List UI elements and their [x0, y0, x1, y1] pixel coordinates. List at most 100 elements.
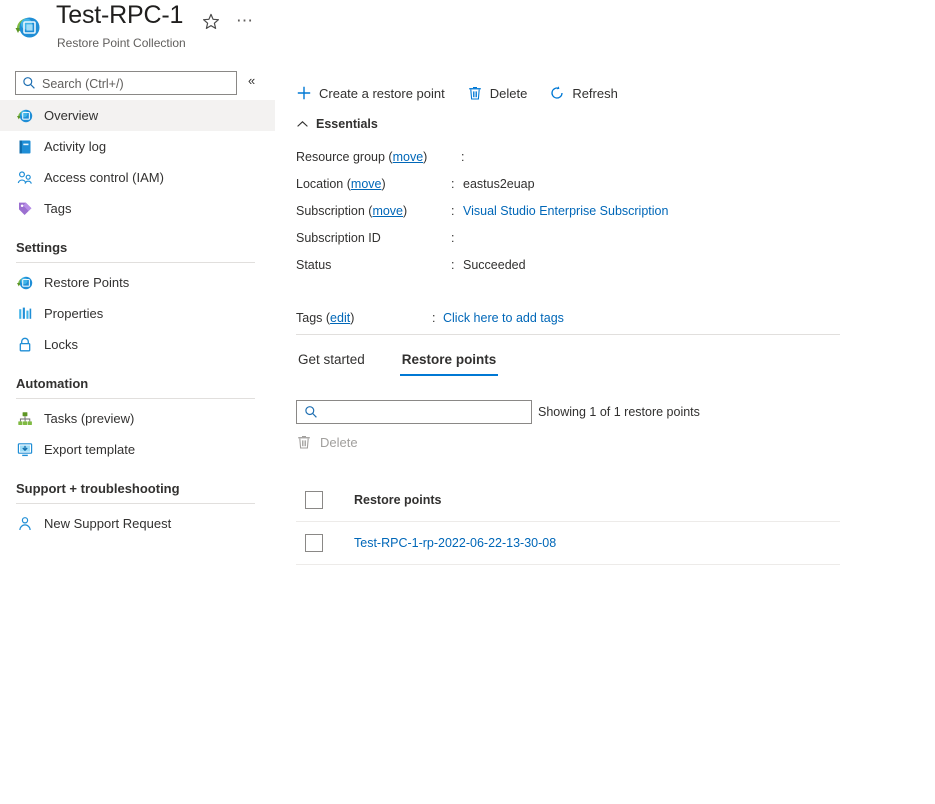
section-divider: [16, 398, 255, 399]
section-heading: Support + troubleshooting: [16, 481, 180, 496]
sidebar-item-label: Tags: [44, 201, 72, 216]
move-link[interactable]: move: [393, 150, 424, 164]
sidebar-item-activity-log[interactable]: Activity log: [0, 131, 275, 162]
search-icon: [22, 76, 36, 90]
essentials-table: Resource group (move) : Location (move) …: [296, 146, 866, 281]
trash-icon: [467, 85, 483, 101]
section-divider: [16, 262, 255, 263]
tab-restore-points[interactable]: Restore points: [399, 352, 499, 376]
add-tags-link[interactable]: Click here to add tags: [443, 311, 564, 325]
restore-points-filter[interactable]: [296, 400, 532, 425]
restore-points-icon: [16, 274, 34, 292]
resource-header: Test-RPC-1 ⋯ Restore Point Collection: [0, 0, 935, 62]
overview-icon: [16, 107, 34, 125]
essentials-value-subscription[interactable]: Visual Studio Enterprise Subscription: [463, 204, 668, 218]
tab-list: Get started Restore points: [296, 352, 531, 376]
essentials-label-cell: Resource group (move): [296, 150, 428, 164]
main-content: Create a restore point Delete Refresh Es…: [275, 62, 935, 804]
sidebar-section-settings: Settings: [0, 224, 275, 267]
column-header-restore-points: Restore points: [354, 493, 442, 507]
showing-count-label: Showing 1 of 1 restore points: [538, 405, 700, 419]
delete-button[interactable]: Delete: [467, 78, 528, 108]
sidebar-item-label: Locks: [44, 337, 78, 352]
sidebar-nav: Overview Activity log Access control (IA…: [0, 100, 275, 539]
essentials-colon: :: [432, 311, 436, 325]
section-heading: Automation: [16, 376, 89, 391]
essentials-colon: :: [451, 177, 455, 191]
sidebar-item-tasks[interactable]: Tasks (preview): [0, 403, 275, 434]
section-divider: [16, 503, 255, 504]
essentials-colon: :: [461, 150, 465, 164]
essentials-divider: [296, 334, 840, 335]
sidebar-item-label: Tasks (preview): [44, 411, 135, 426]
create-restore-point-label: Create a restore point: [319, 85, 445, 101]
essentials-row-tags: Tags (edit) : Click here to add tags: [296, 307, 866, 334]
properties-icon: [16, 305, 34, 323]
sidebar-section-support: Support + troubleshooting: [0, 465, 275, 508]
delete-label: Delete: [489, 85, 528, 101]
essentials-row-resource-group: Resource group (move) :: [296, 146, 866, 173]
ellipsis-icon[interactable]: ⋯: [236, 12, 254, 29]
tags-icon: [16, 200, 34, 218]
essentials-label-cell: Status: [296, 258, 332, 272]
resource-type-label: Restore Point Collection: [57, 36, 186, 50]
restore-points-filter-input[interactable]: [323, 401, 527, 425]
essentials-label-cell: Subscription (move): [296, 204, 408, 218]
tab-get-started[interactable]: Get started: [296, 352, 367, 376]
sidebar-item-restore-points[interactable]: Restore Points: [0, 267, 275, 298]
collapse-sidebar-button[interactable]: «: [248, 74, 255, 88]
sidebar-item-overview[interactable]: Overview: [0, 100, 275, 131]
sidebar-item-label: Restore Points: [44, 275, 130, 290]
move-link[interactable]: move: [351, 177, 382, 191]
access-control-icon: [16, 169, 34, 187]
sidebar-item-label: Access control (IAM): [44, 170, 164, 185]
sidebar-item-access-control[interactable]: Access control (IAM): [0, 162, 275, 193]
create-restore-point-button[interactable]: Create a restore point: [296, 78, 445, 108]
essentials-row-subscription: Subscription (move) : Visual Studio Ente…: [296, 200, 866, 227]
star-icon[interactable]: [201, 12, 221, 32]
export-template-icon: [16, 441, 34, 459]
tags-label-cell: Tags (edit): [296, 311, 355, 325]
activity-log-icon: [16, 138, 34, 156]
section-heading: Settings: [16, 240, 68, 255]
essentials-value-location: eastus2euap: [463, 177, 535, 191]
chevron-up-icon: [296, 118, 309, 131]
sidebar-item-label: Export template: [44, 442, 136, 457]
restore-point-collection-icon: [13, 13, 43, 43]
sidebar-item-properties[interactable]: Properties: [0, 298, 275, 329]
essentials-label-cell: Location (move): [296, 177, 386, 191]
tasks-icon: [16, 410, 34, 428]
trash-icon: [296, 434, 312, 450]
sidebar: « Overview Acti: [0, 62, 275, 804]
essentials-value-status: Succeeded: [463, 258, 526, 272]
essentials-toggle[interactable]: Essentials: [296, 117, 378, 131]
sidebar-item-label: New Support Request: [44, 516, 172, 531]
plus-icon: [296, 85, 312, 101]
grid-delete-label: Delete: [320, 434, 358, 450]
select-all-checkbox[interactable]: [305, 491, 323, 509]
essentials-row-status: Status : Succeeded: [296, 254, 866, 281]
sidebar-item-tags[interactable]: Tags: [0, 193, 275, 224]
support-request-icon: [16, 515, 34, 533]
table-row[interactable]: Test-RPC-1-rp-2022-06-22-13-30-08: [296, 522, 840, 565]
move-link[interactable]: move: [372, 204, 403, 218]
refresh-button[interactable]: Refresh: [549, 78, 618, 108]
row-checkbox[interactable]: [305, 534, 323, 552]
essentials-row-subscription-id: Subscription ID :: [296, 227, 866, 254]
sidebar-item-label: Activity log: [44, 139, 107, 154]
search-icon: [304, 405, 318, 419]
refresh-icon: [549, 85, 565, 101]
grid-delete-button[interactable]: Delete: [296, 434, 358, 450]
sidebar-search[interactable]: [15, 71, 237, 96]
sidebar-item-new-support-request[interactable]: New Support Request: [0, 508, 275, 539]
search-input[interactable]: [40, 72, 234, 96]
sidebar-item-locks[interactable]: Locks: [0, 329, 275, 360]
sidebar-item-label: Overview: [44, 108, 99, 123]
essentials-colon: :: [451, 204, 455, 218]
essentials-row-location: Location (move) : eastus2euap: [296, 173, 866, 200]
essentials-colon: :: [451, 231, 455, 245]
sidebar-section-automation: Automation: [0, 360, 275, 403]
edit-tags-link[interactable]: edit: [330, 311, 350, 325]
sidebar-item-export-template[interactable]: Export template: [0, 434, 275, 465]
restore-point-link[interactable]: Test-RPC-1-rp-2022-06-22-13-30-08: [354, 536, 556, 550]
